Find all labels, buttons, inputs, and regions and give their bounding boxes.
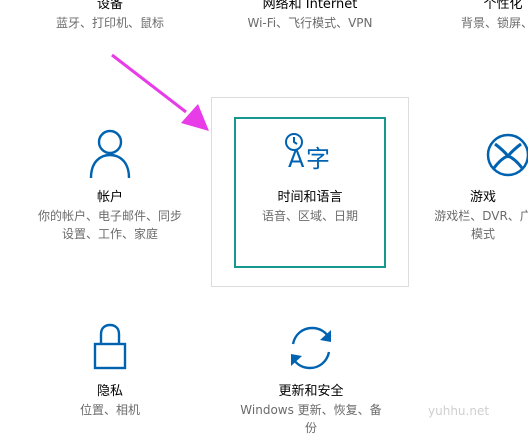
privacy-title: 隐私: [96, 384, 123, 399]
privacy-tile[interactable]: 隐私 位置、相机: [40, 383, 180, 419]
gaming-title: 游戏: [469, 190, 496, 205]
time-language-title: 时间和语言: [277, 190, 343, 205]
time-language-tile[interactable]: 时间和语言 语音、区域、日期: [234, 189, 386, 225]
gaming-desc-line2: 模式: [470, 227, 495, 241]
update-security-desc-line2: 份: [304, 421, 317, 435]
update-security-title: 更新和安全: [278, 384, 344, 399]
update-security-desc-line1: Windows 更新、恢复、备: [240, 403, 382, 417]
accounts-title: 帐户: [96, 190, 123, 205]
gaming-tile[interactable]: 游戏 游戏栏、DVR、广 模式: [428, 189, 528, 243]
person-icon: [89, 129, 131, 179]
privacy-desc: 位置、相机: [79, 403, 140, 417]
lock-icon: [93, 323, 127, 370]
xbox-icon: [486, 133, 528, 177]
accounts-desc-line2: 设置、工作、家庭: [61, 227, 158, 241]
gaming-desc-line1: 游戏栏、DVR、广: [434, 209, 528, 223]
watermark: yuhhu.net: [428, 404, 490, 418]
time-language-icon: A 字: [284, 131, 340, 181]
letter-a-glyph: A: [288, 145, 305, 173]
zi-glyph: 字: [306, 145, 330, 173]
accounts-desc-line1: 你的帐户、电子邮件、同步: [37, 209, 182, 223]
time-language-desc: 语音、区域、日期: [261, 209, 358, 223]
update-security-tile[interactable]: 更新和安全 Windows 更新、恢复、备 份: [226, 383, 396, 437]
accounts-tile[interactable]: 帐户 你的帐户、电子邮件、同步 设置、工作、家庭: [20, 189, 200, 243]
sync-icon: [291, 326, 331, 370]
